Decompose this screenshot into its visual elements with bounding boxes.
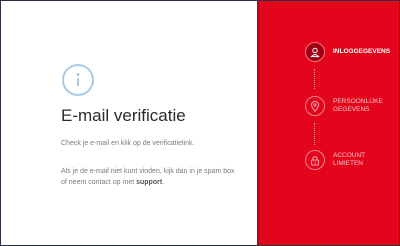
lock-icon xyxy=(305,150,325,170)
step-label: ACCOUNT LIMIETEN xyxy=(333,152,365,168)
info-icon xyxy=(62,64,94,96)
step-label-line1: ACCOUNT xyxy=(333,152,366,159)
step-label-line1: PERSOONLIJKE xyxy=(333,98,383,105)
sidebar-divider xyxy=(257,1,259,245)
location-pin-icon xyxy=(305,96,325,116)
help-text-end: . xyxy=(162,179,165,186)
content-panel: E-mail verificatie Check je e-mail en kl… xyxy=(1,1,257,245)
step-account-limieten[interactable]: ACCOUNT LIMIETEN xyxy=(305,150,397,170)
step-connector xyxy=(314,69,316,89)
page-title: E-mail verificatie xyxy=(61,106,186,125)
step-persoonlijke-gegevens[interactable]: PERSOONLIJKE GEGEVENS xyxy=(305,96,397,116)
help-text: Als je de e-mail niet kunt vinden, kijk … xyxy=(61,166,241,188)
step-label-line2: LIMIETEN xyxy=(333,160,363,167)
user-icon xyxy=(305,42,325,62)
step-label-line2: GEGEVENS xyxy=(333,106,370,113)
step-label: PERSOONLIJKE GEGEVENS xyxy=(333,98,383,114)
progress-sidebar: INLOGGEGEVENS PERSOONLIJKE GEGEVENS ACCO… xyxy=(257,1,399,245)
step-inloggegevens[interactable]: INLOGGEGEVENS xyxy=(305,42,397,62)
step-label: INLOGGEGEVENS xyxy=(333,48,391,55)
instruction-text: Check je e-mail en klik op de verificati… xyxy=(61,140,195,147)
verification-page: E-mail verificatie Check je e-mail en kl… xyxy=(0,0,400,246)
support-link[interactable]: support xyxy=(136,179,162,186)
step-connector xyxy=(314,123,316,145)
